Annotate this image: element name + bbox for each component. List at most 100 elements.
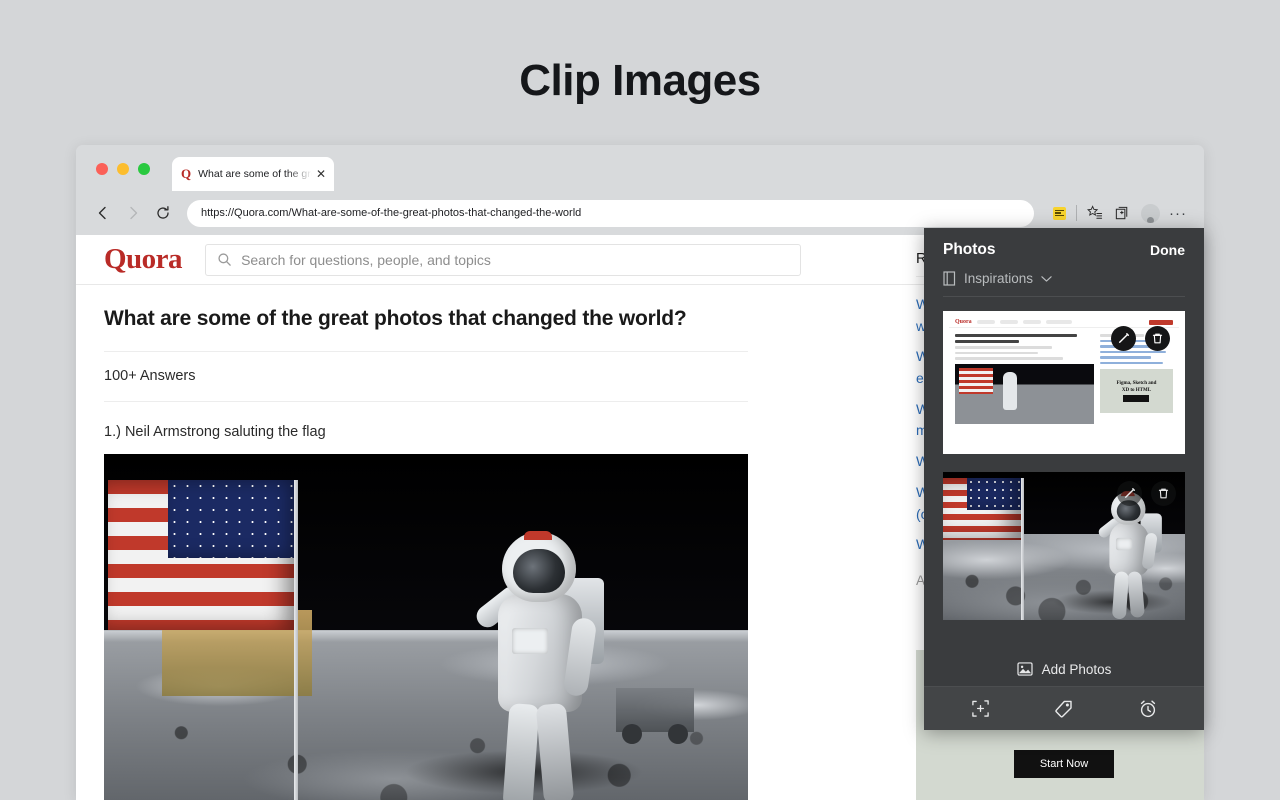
collection-selector[interactable]: Inspirations (924, 259, 1204, 286)
minimize-window-button[interactable] (117, 163, 129, 175)
favorites-icon[interactable] (1080, 200, 1108, 226)
quora-main-column: What are some of the great photos that c… (76, 285, 824, 800)
mini-rail-link (1100, 362, 1163, 365)
right-leg (536, 703, 575, 800)
maximize-window-button[interactable] (138, 163, 150, 175)
flag-pole (294, 480, 298, 800)
browser-toolbar-icons: ··· (1045, 200, 1192, 226)
mini-text-line (955, 352, 1038, 355)
lunar-rover (616, 688, 694, 732)
photos-panel-header: Photos Done (924, 228, 1204, 259)
reminder-clock-icon[interactable] (1133, 694, 1163, 724)
notebook-icon (943, 271, 956, 286)
flag-canton (967, 478, 1021, 510)
browser-tab[interactable]: Q What are some of the great ph ✕ (172, 157, 334, 191)
quora-logo[interactable]: Quora (104, 243, 182, 276)
photo-thumbnail-quora-screenshot[interactable]: Quora (943, 311, 1185, 454)
browser-tab-strip: Q What are some of the great ph ✕ (76, 145, 1204, 191)
more-menu-icon[interactable]: ··· (1164, 200, 1192, 226)
moon-landing-photo (104, 454, 748, 800)
reload-icon[interactable] (150, 200, 176, 226)
american-flag (943, 478, 1021, 540)
search-icon (217, 252, 232, 267)
address-bar[interactable]: https://Quora.com/What-are-some-of-the-g… (187, 200, 1034, 227)
mini-ad-line-1: Figma, Sketch and (1117, 381, 1157, 386)
mini-title-line (955, 334, 1077, 337)
photos-panel: Photos Done Inspirations Quora (924, 228, 1204, 730)
search-input[interactable]: Search for questions, people, and topics (205, 244, 801, 276)
collections-icon[interactable] (1108, 200, 1136, 226)
photos-list: Quora (924, 297, 1204, 652)
back-arrow-icon[interactable] (90, 200, 116, 226)
mini-flag (959, 368, 993, 394)
pencil-icon (1123, 487, 1136, 500)
close-window-button[interactable] (96, 163, 108, 175)
thumbnail-actions (1117, 481, 1176, 506)
trash-icon (1157, 487, 1170, 500)
flag-canton (168, 480, 298, 558)
delete-photo-button[interactable] (1151, 481, 1176, 506)
edit-photo-button[interactable] (1117, 481, 1142, 506)
photo-thumbnail-astronaut[interactable] (943, 472, 1185, 620)
search-placeholder: Search for questions, people, and topics (241, 252, 491, 268)
add-photos-label: Add Photos (1042, 662, 1112, 677)
answer-text: 1.) Neil Armstrong saluting the flag (104, 402, 824, 454)
thumbnail-image: Quora (949, 317, 1179, 448)
add-photos-button[interactable]: Add Photos (924, 652, 1204, 686)
helmet-stripe (524, 531, 552, 540)
delete-photo-button[interactable] (1145, 326, 1170, 351)
address-bar-url: https://Quora.com/What-are-some-of-the-g… (201, 207, 581, 219)
extension-icon[interactable] (1045, 200, 1073, 226)
image-icon (1017, 662, 1033, 676)
flag-pole (1021, 478, 1024, 620)
done-button[interactable]: Done (1150, 242, 1185, 258)
mini-text-line (955, 346, 1052, 349)
question-title: What are some of the great photos that c… (104, 285, 824, 351)
mini-search (1046, 320, 1072, 324)
close-tab-icon[interactable]: ✕ (316, 168, 326, 180)
page-title: Clip Images (0, 56, 1280, 106)
astronaut (464, 532, 614, 800)
mini-main-column (955, 334, 1094, 424)
edit-photo-button[interactable] (1111, 326, 1136, 351)
window-controls (96, 163, 150, 175)
forward-arrow-icon (120, 200, 146, 226)
quora-q-icon: Q (181, 166, 191, 182)
mini-ad-line-2: XD to HTML (1122, 388, 1151, 393)
mini-nav-item (1000, 320, 1018, 324)
chest-control-box (1116, 538, 1132, 550)
mini-astronaut (1003, 372, 1017, 410)
mini-ad-button (1123, 395, 1149, 402)
screenshot-root: Clip Images Q What are some of the great… (0, 0, 1280, 800)
photos-panel-toolbar (924, 686, 1204, 730)
mini-text-line (955, 357, 1063, 360)
answers-count: 100+ Answers (104, 352, 824, 401)
toolbar-divider (1076, 205, 1077, 221)
mini-rail-link (1100, 356, 1151, 359)
photos-panel-title: Photos (943, 241, 996, 259)
chest-control-box (512, 628, 548, 654)
trash-icon (1151, 332, 1164, 345)
american-flag (108, 480, 298, 630)
helmet (502, 532, 576, 602)
mini-nav-item (1023, 320, 1041, 324)
tag-icon[interactable] (1049, 694, 1079, 724)
capture-icon[interactable] (965, 694, 995, 724)
thumbnail-actions (1111, 326, 1170, 351)
mini-quora-logo: Quora (955, 319, 972, 325)
mini-cta-button (1149, 320, 1173, 325)
chevron-down-icon (1041, 275, 1052, 283)
spacesuit-torso (1109, 522, 1148, 576)
collection-name: Inspirations (964, 271, 1033, 286)
profile-avatar-icon[interactable] (1136, 200, 1164, 226)
visor (513, 549, 565, 593)
mini-ad-banner: Figma, Sketch and XD to HTML (1100, 369, 1173, 413)
right-leg (1127, 571, 1145, 618)
mini-title-line (955, 340, 1019, 343)
pencil-icon (1117, 332, 1130, 345)
mini-moon-photo (955, 364, 1094, 424)
left-leg (502, 703, 539, 800)
thumbnail-image (943, 472, 1185, 620)
ad-cta-button[interactable]: Start Now (1014, 750, 1114, 778)
mini-nav-item (977, 320, 995, 324)
